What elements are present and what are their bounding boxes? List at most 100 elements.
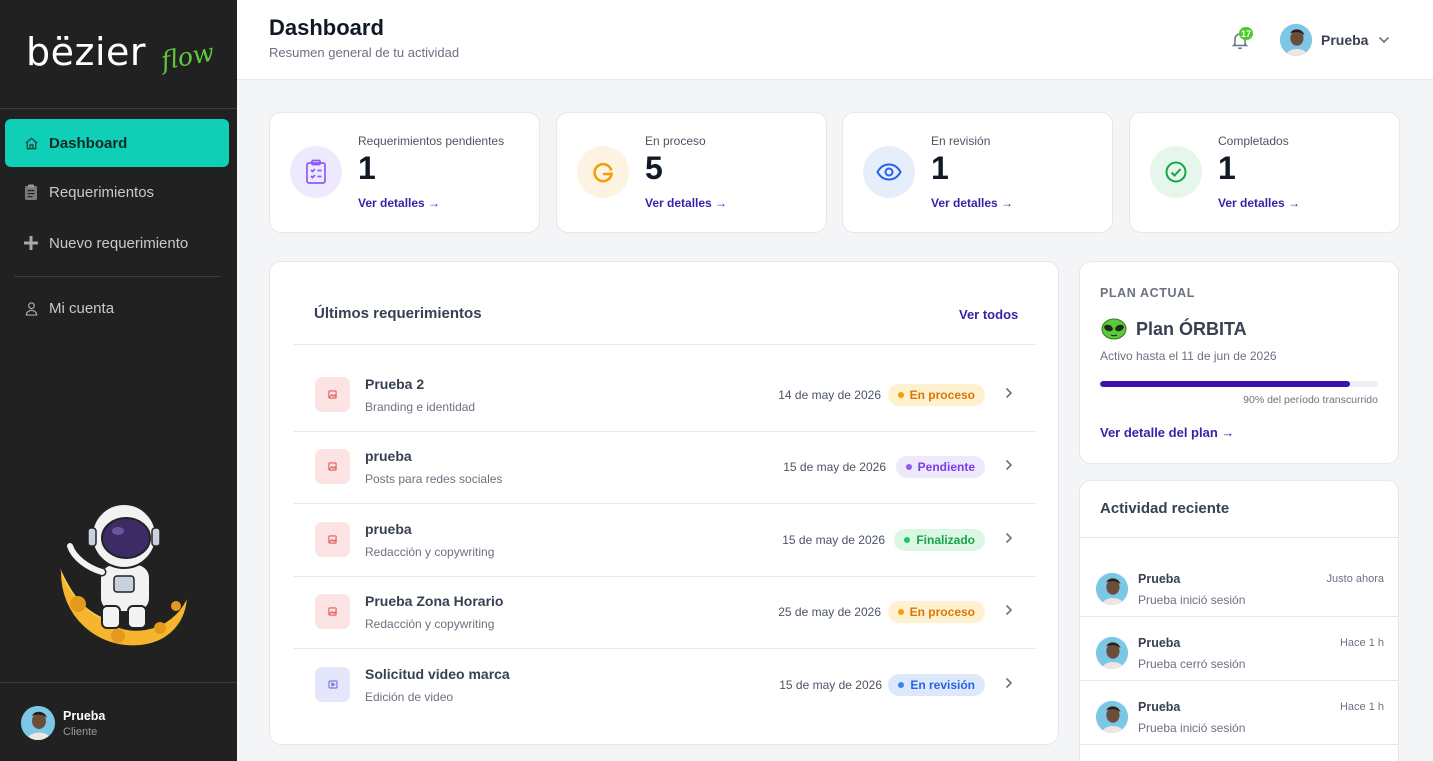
stat-value: 1 xyxy=(1218,150,1236,186)
status-label: En revisión xyxy=(910,678,975,692)
list-item: Prueba Hace 1 h Prueba inició sesión xyxy=(1080,681,1398,745)
activity-description: Prueba inició sesión xyxy=(1138,593,1246,607)
check-circle-icon xyxy=(1150,146,1202,198)
sidebar-item-label: Dashboard xyxy=(49,134,128,152)
home-icon xyxy=(23,135,39,151)
requirement-category: Branding e identidad xyxy=(365,400,476,414)
stat-card-completados: Completados 1 Ver detalles → xyxy=(1129,112,1400,233)
status-badge: En proceso xyxy=(887,601,985,623)
image-icon xyxy=(315,594,350,629)
divider xyxy=(294,344,1035,345)
avatar xyxy=(1280,24,1312,56)
activity-user: Prueba xyxy=(1138,572,1181,586)
requirement-name: prueba xyxy=(365,521,412,537)
sidebar-item-label: Mi cuenta xyxy=(49,299,115,317)
chevron-right-icon xyxy=(1005,604,1013,616)
ver-detalles-link[interactable]: Ver detalles → xyxy=(1218,196,1300,210)
requirement-date: 15 de may de 2026 xyxy=(782,533,885,547)
sidebar-divider xyxy=(0,682,237,683)
plan-progress-label: 90% del período transcurrido xyxy=(1243,394,1378,406)
chevron-right-icon xyxy=(1005,532,1013,544)
sidebar-item-dashboard[interactable]: Dashboard xyxy=(5,119,229,167)
brand-tagline: flow xyxy=(158,37,217,76)
plus-icon xyxy=(23,235,39,251)
requirements-title: Últimos requerimientos xyxy=(314,305,482,322)
brand-logo[interactable]: bëzier flow xyxy=(26,30,216,80)
activity-user: Prueba xyxy=(1138,636,1181,650)
status-label: Pendiente xyxy=(917,460,975,474)
stat-card-pendientes: Requerimientos pendientes 1 Ver detalles… xyxy=(269,112,540,233)
stat-label: En revisión xyxy=(931,134,991,148)
ver-detalles-link[interactable]: Ver detalles → xyxy=(358,196,440,210)
image-icon xyxy=(315,449,350,484)
refresh-icon xyxy=(577,146,629,198)
requirement-date: 14 de may de 2026 xyxy=(778,388,881,402)
user-menu[interactable]: Prueba xyxy=(1280,24,1390,56)
ver-detalle-plan-link[interactable]: Ver detalle del plan → xyxy=(1100,425,1234,440)
activity-description: Prueba cerró sesión xyxy=(1138,657,1246,671)
sidebar-divider xyxy=(0,108,237,109)
status-label: En proceso xyxy=(909,605,975,619)
requirement-name: Solicitud video marca xyxy=(365,666,510,682)
plan-progress-fill xyxy=(1100,381,1351,387)
list-item: Prueba Hace 1 h Prueba cerró sesión xyxy=(1080,617,1398,681)
chevron-down-icon xyxy=(1379,36,1390,44)
brand-name: bëzier xyxy=(26,30,147,74)
page-title: Dashboard xyxy=(269,15,384,40)
page-subtitle: Resumen general de tu actividad xyxy=(269,45,460,60)
chevron-right-icon xyxy=(1005,387,1013,399)
stat-label: Requerimientos pendientes xyxy=(358,134,505,148)
stat-value: 1 xyxy=(358,150,376,186)
ver-detalles-link[interactable]: Ver detalles → xyxy=(645,196,727,210)
requirement-date: 15 de may de 2026 xyxy=(783,460,886,474)
table-row[interactable]: Prueba 2 Branding e identidad 14 de may … xyxy=(294,360,1035,432)
ver-todos-link[interactable]: Ver todos xyxy=(959,307,1018,322)
sidebar-user[interactable]: Prueba Cliente xyxy=(21,706,105,740)
requirement-category: Redacción y copywriting xyxy=(365,545,495,559)
plan-name: Plan ÓRBITA xyxy=(1136,319,1247,339)
clipboard-icon xyxy=(23,184,39,200)
avatar xyxy=(1096,637,1128,669)
plan-progress-bar xyxy=(1100,381,1378,387)
status-badge: Finalizado xyxy=(894,529,985,551)
status-badge: En proceso xyxy=(887,384,985,406)
table-row[interactable]: prueba Redacción y copywriting 15 de may… xyxy=(294,505,1035,577)
avatar xyxy=(21,706,55,740)
table-row[interactable]: prueba Posts para redes sociales 15 de m… xyxy=(294,432,1035,504)
chevron-right-icon xyxy=(1005,459,1013,471)
stat-value: 1 xyxy=(931,150,949,186)
user-menu-name: Prueba xyxy=(1321,32,1369,48)
requirement-category: Edición de video xyxy=(365,690,454,704)
requirement-date: 15 de may de 2026 xyxy=(779,678,882,692)
table-row[interactable]: Solicitud video marca Edición de video 1… xyxy=(294,650,1035,722)
status-label: Finalizado xyxy=(916,533,975,547)
plan-card: PLAN ACTUAL Plan ÓRBITA Activo hasta el … xyxy=(1079,261,1399,464)
activity-time: Hace 1 h xyxy=(1339,701,1384,713)
sidebar-item-nuevo-requerimiento[interactable]: Nuevo requerimiento xyxy=(5,219,229,267)
notification-badge: 17 xyxy=(1239,27,1254,40)
requirement-name: Prueba 2 xyxy=(365,376,425,392)
activity-description: Prueba inició sesión xyxy=(1138,721,1246,735)
ver-detalles-link[interactable]: Ver detalles → xyxy=(931,196,1013,210)
sidebar-item-mi-cuenta[interactable]: Mi cuenta xyxy=(5,284,229,332)
eye-icon xyxy=(863,146,915,198)
sidebar-item-requerimientos[interactable]: Requerimientos xyxy=(5,168,229,216)
image-icon xyxy=(315,377,350,412)
requirements-card: Últimos requerimientos Ver todos Prueba … xyxy=(269,261,1059,745)
requirement-name: prueba xyxy=(365,448,412,464)
status-badge: Pendiente xyxy=(895,456,985,478)
top-header: Dashboard Resumen general de tu activida… xyxy=(237,0,1433,80)
plan-eyebrow: PLAN ACTUAL xyxy=(1100,286,1196,300)
requirement-name: Prueba Zona Horario xyxy=(365,593,504,609)
divider xyxy=(1080,537,1398,538)
avatar xyxy=(1096,701,1128,733)
stat-value: 5 xyxy=(645,150,663,186)
list-item: Prueba Justo ahora Prueba inició sesión xyxy=(1080,553,1398,617)
activity-card: Actividad reciente Prueba Justo ahora Pr… xyxy=(1079,480,1399,761)
requirement-date: 25 de may de 2026 xyxy=(778,605,881,619)
table-row[interactable]: Prueba Zona Horario Redacción y copywrit… xyxy=(294,577,1035,649)
clipboard-list-icon xyxy=(290,146,342,198)
sidebar-item-label: Nuevo requerimiento xyxy=(49,234,189,252)
status-badge: En revisión xyxy=(888,674,985,696)
activity-time: Hace 1 h xyxy=(1339,637,1384,649)
